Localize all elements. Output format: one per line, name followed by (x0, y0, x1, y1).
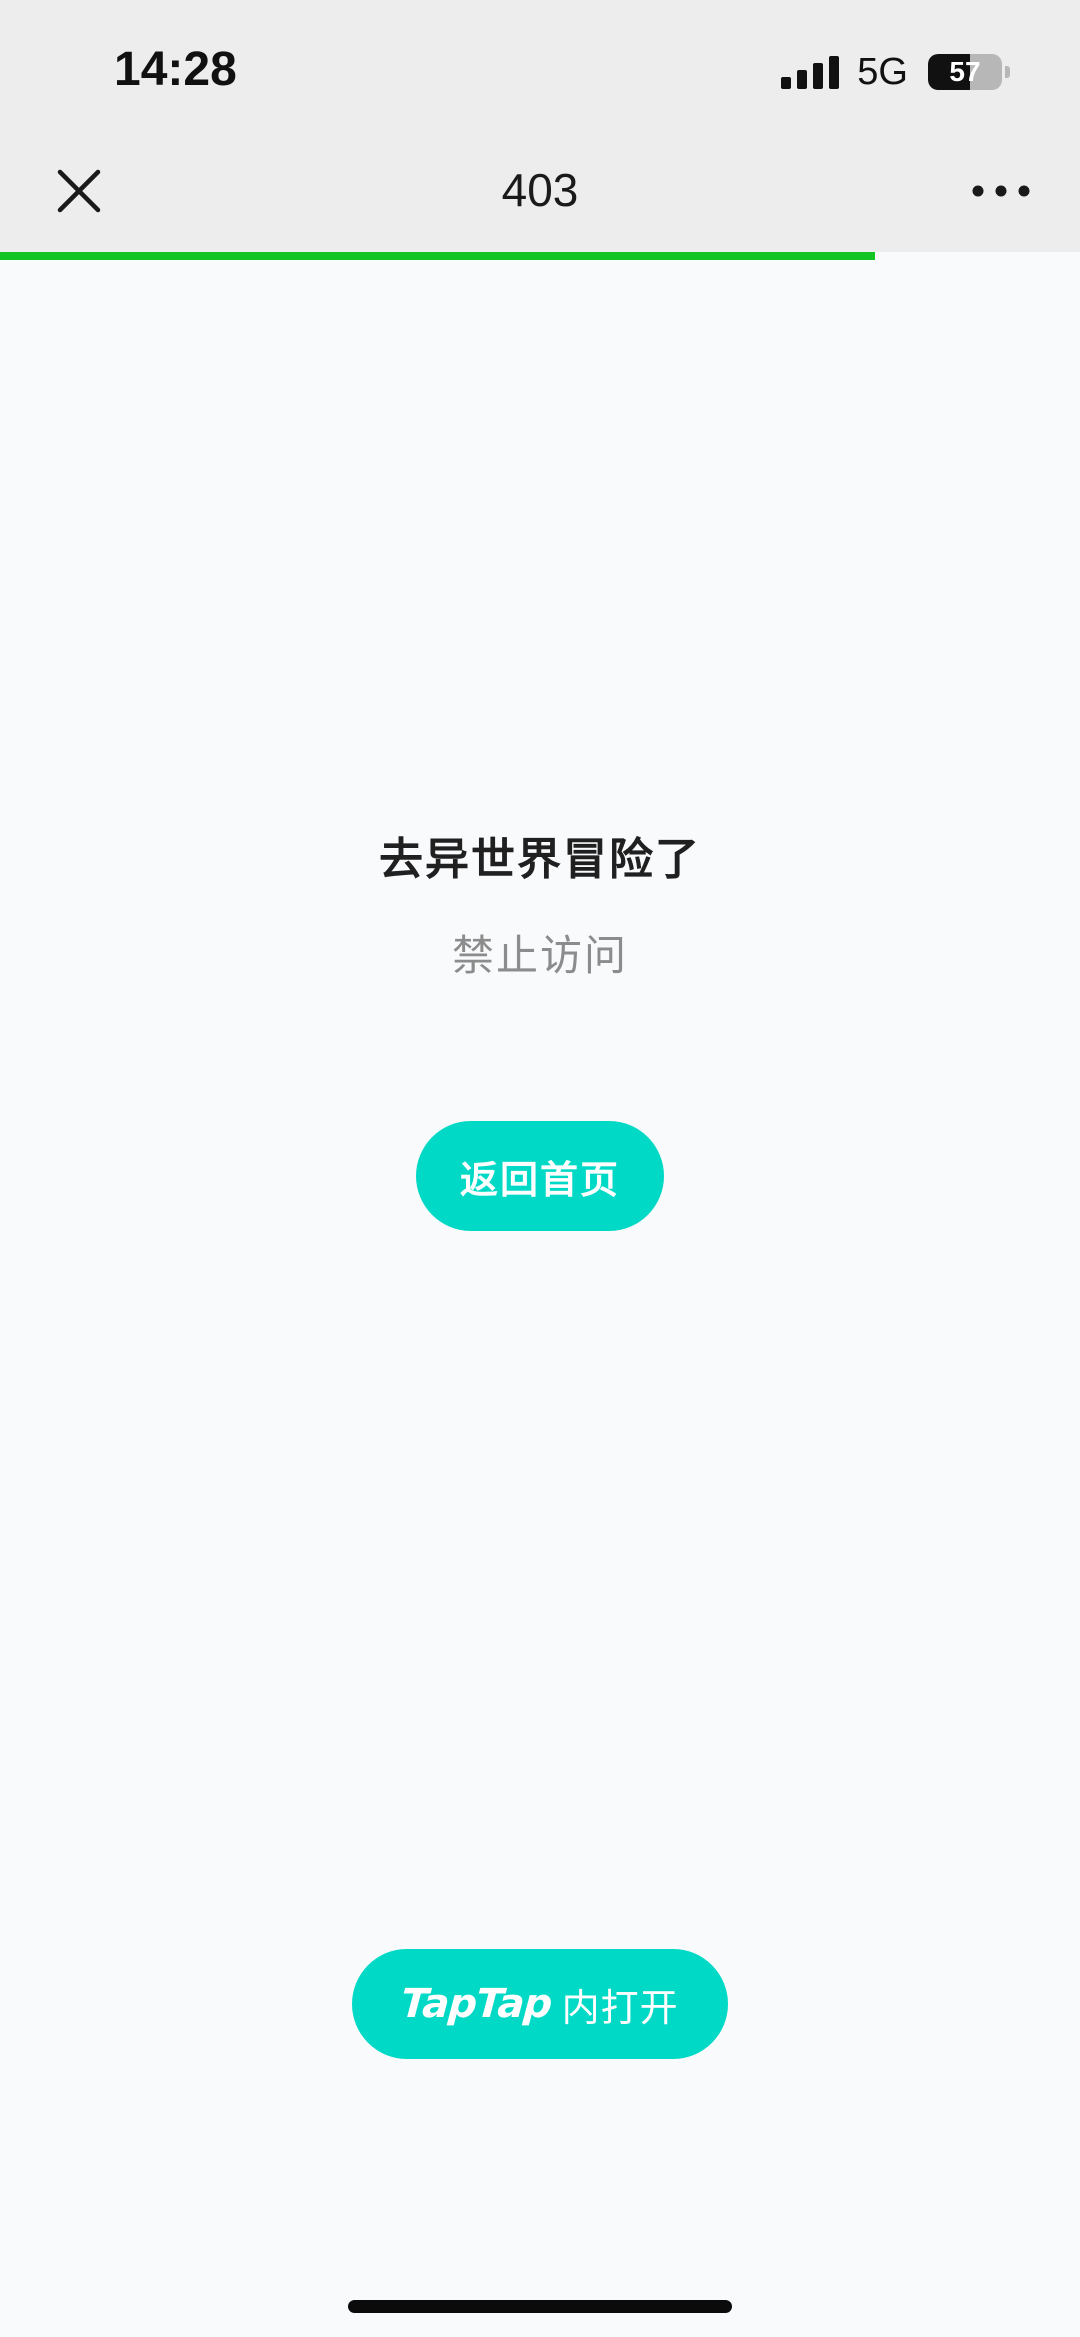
cellular-signal-icon (781, 55, 840, 89)
top-chrome: 14:28 5G 57 403 (0, 0, 1080, 252)
signal-bar (829, 56, 840, 89)
status-time: 14:28 (114, 43, 237, 96)
page-load-progress (0, 252, 1080, 260)
battery-tip (1005, 66, 1010, 78)
signal-bar (781, 77, 792, 89)
signal-bar (813, 63, 824, 89)
battery-icon: 57 (928, 54, 1002, 90)
page-load-progress-fill (0, 252, 875, 260)
signal-bar (797, 70, 808, 89)
more-options-button[interactable] (970, 170, 1032, 212)
page-title: 403 (501, 164, 579, 216)
network-type: 5G (857, 50, 908, 93)
more-dots-icon (972, 185, 1030, 197)
return-home-button[interactable]: 返回首页 (416, 1121, 664, 1231)
home-indicator[interactable] (348, 2300, 732, 2313)
status-indicators: 5G 57 (781, 50, 1010, 94)
open-in-taptap-button[interactable]: TapTap 内打开 (352, 1949, 728, 2059)
open-in-app-label: 内打开 (561, 1985, 679, 2030)
battery-level: 57 (949, 56, 981, 87)
error-headline: 去异世界冒险了 (379, 834, 701, 885)
close-button[interactable] (48, 160, 110, 222)
taptap-logo: TapTap (399, 1981, 554, 2027)
close-icon (57, 169, 101, 213)
error-message: 禁止访问 (451, 931, 628, 980)
